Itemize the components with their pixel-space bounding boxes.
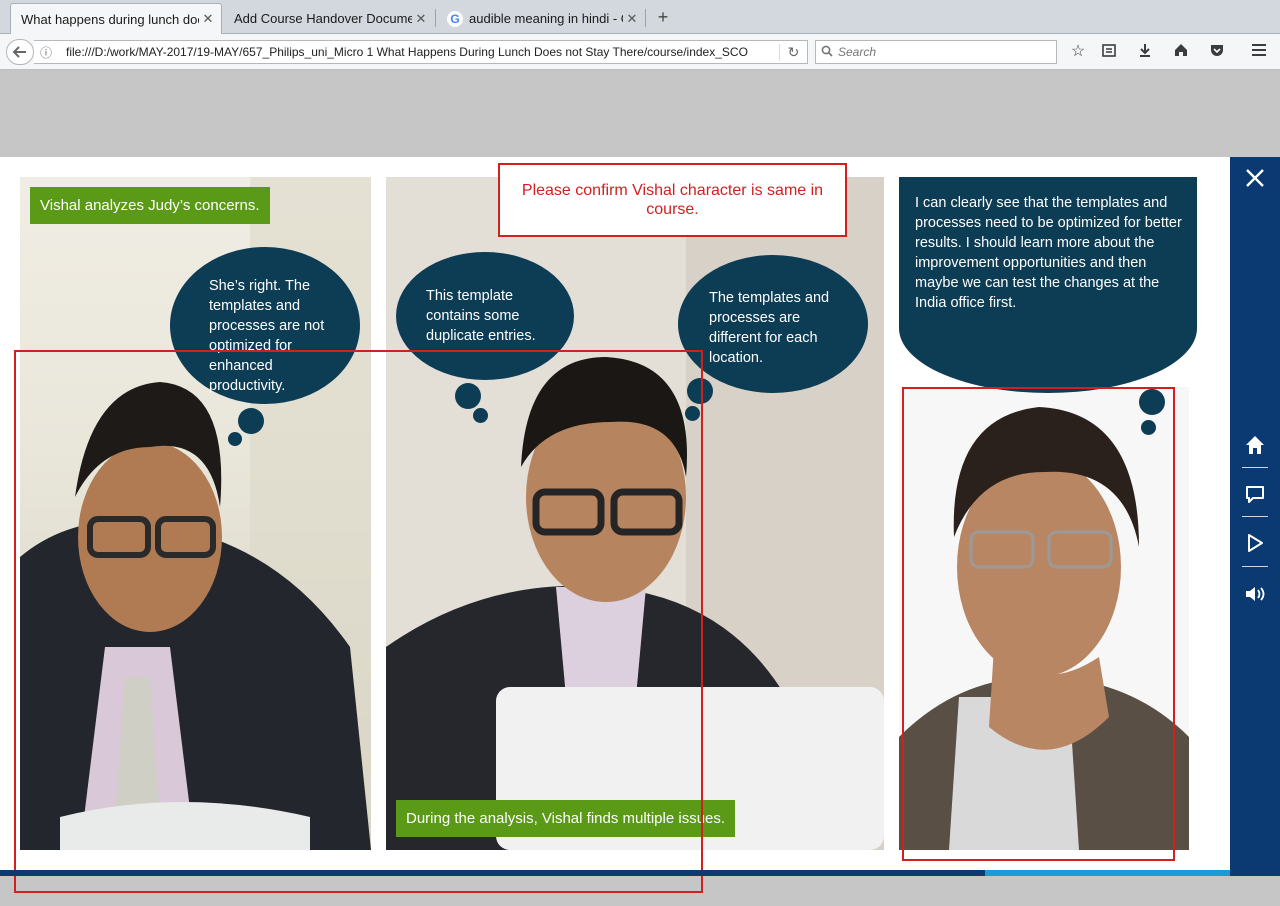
- search-icon: [816, 45, 838, 60]
- menu-icon[interactable]: [1249, 42, 1269, 62]
- home-browser-icon[interactable]: [1171, 42, 1191, 62]
- info-icon[interactable]: ⓘ: [34, 44, 58, 61]
- thought-text-2: This template contains some duplicate en…: [426, 288, 536, 344]
- review-highlight-box-right: [902, 387, 1175, 861]
- sidebar-divider: [1242, 566, 1268, 567]
- bookmark-star-icon[interactable]: ☆: [1068, 42, 1088, 62]
- tab-label: What happens during lunch does: [21, 11, 199, 27]
- thought-bubble-3: The templates and processes are differen…: [678, 255, 868, 393]
- close-tab-icon[interactable]: ✕: [623, 11, 641, 27]
- navigation-bar: ⓘ file:///D:/work/MAY-2017/19-MAY/657_Ph…: [0, 34, 1280, 70]
- tab-label: Add Course Handover Document: [234, 11, 412, 26]
- url-text: file:///D:/work/MAY-2017/19-MAY/657_Phil…: [66, 45, 748, 59]
- progress-bar: [0, 870, 985, 876]
- sidebar-divider: [1242, 516, 1268, 517]
- reload-icon[interactable]: ↻: [779, 43, 807, 61]
- home-icon: [1246, 436, 1264, 454]
- new-tab-button[interactable]: +: [652, 6, 674, 28]
- tab-lunch-course[interactable]: What happens during lunch does ✕: [10, 3, 222, 34]
- tab-label: audible meaning in hindi - G: [469, 11, 623, 26]
- course-sidebar: [1230, 157, 1280, 876]
- back-button[interactable]: [6, 39, 34, 65]
- home-button[interactable]: [1230, 425, 1280, 465]
- review-highlight-box-left: [14, 350, 703, 893]
- sidebar-divider: [1242, 467, 1268, 468]
- search-input[interactable]: Search: [815, 40, 1057, 64]
- close-icon: [1246, 169, 1264, 187]
- page-header-area: [0, 71, 1280, 157]
- tab-handover-document[interactable]: Add Course Handover Document ✕: [224, 3, 434, 34]
- search-placeholder: Search: [838, 45, 877, 59]
- review-note: Please confirm Vishal character is same …: [498, 163, 847, 237]
- caption-analyzes-concerns: Vishal analyzes Judy’s concerns.: [30, 187, 270, 224]
- speaker-icon: [1246, 587, 1265, 601]
- thought-bubble-4: I can clearly see that the templates and…: [899, 177, 1197, 393]
- thought-text-4: I can clearly see that the templates and…: [915, 195, 1182, 311]
- tab-separator: [645, 9, 646, 27]
- tab-audible-meaning[interactable]: G audible meaning in hindi - G ✕: [437, 3, 645, 34]
- audio-button[interactable]: [1230, 574, 1280, 614]
- download-icon[interactable]: [1135, 42, 1155, 62]
- close-tab-icon[interactable]: ✕: [412, 11, 430, 27]
- address-bar[interactable]: ⓘ file:///D:/work/MAY-2017/19-MAY/657_Ph…: [34, 40, 808, 64]
- reading-list-icon[interactable]: [1099, 42, 1119, 62]
- progress-bar-remaining: [985, 870, 1230, 876]
- google-icon: G: [447, 10, 463, 27]
- close-tab-icon[interactable]: ✕: [199, 11, 217, 27]
- tab-bar: What happens during lunch does ✕ Add Cou…: [0, 0, 1280, 34]
- transcript-button[interactable]: [1230, 474, 1280, 514]
- play-button[interactable]: [1230, 523, 1280, 563]
- slide-stage: Vishal analyzes Judy’s concerns. During …: [0, 157, 1230, 893]
- tab-separator: [435, 9, 436, 27]
- close-button[interactable]: [1230, 157, 1280, 199]
- pocket-icon[interactable]: [1207, 42, 1227, 62]
- speech-bubble-icon: [1246, 486, 1264, 503]
- play-icon: [1248, 534, 1263, 552]
- back-arrow-icon: [12, 46, 26, 58]
- thought-text-3: The templates and processes are differen…: [709, 290, 830, 366]
